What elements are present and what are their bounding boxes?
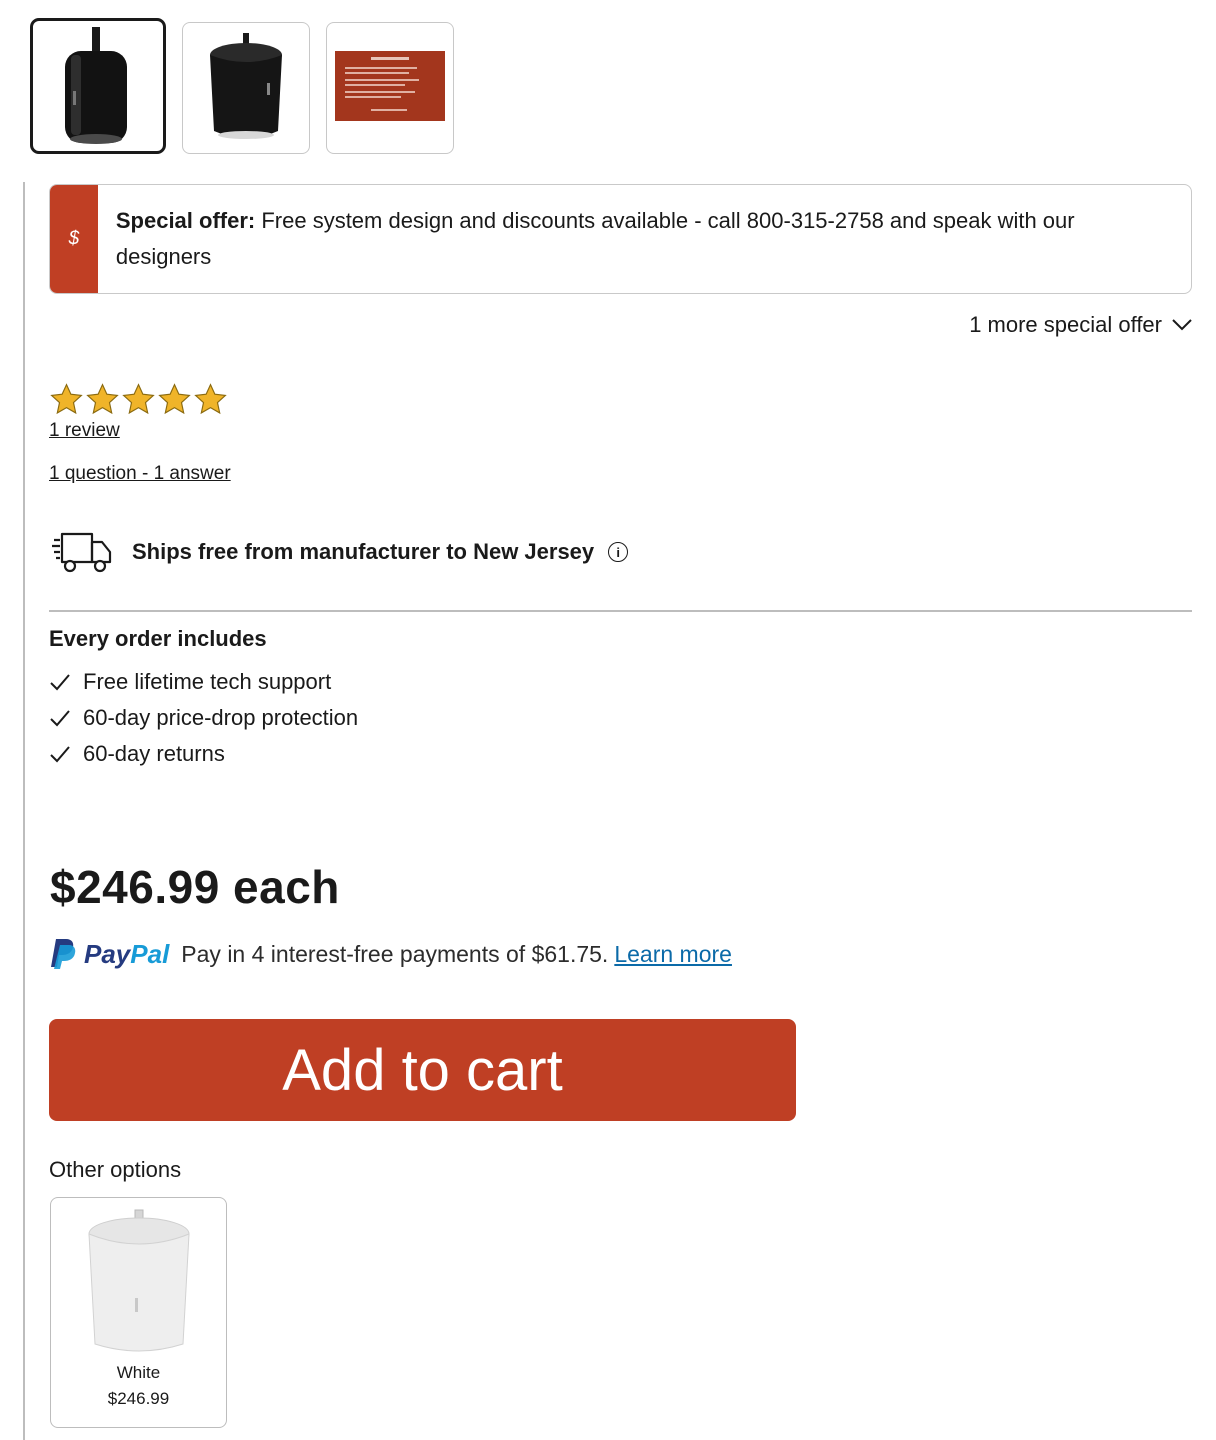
star-icon (122, 383, 155, 415)
option-price: $246.99 (107, 1389, 170, 1408)
option-color-name: White (116, 1363, 161, 1382)
info-card-image (335, 51, 445, 121)
reviews-link[interactable]: 1 review (49, 420, 120, 442)
list-item: Free lifetime tech support (49, 664, 358, 700)
special-offer-banner: $ Special offer: Free system design and … (49, 184, 1192, 294)
paypal-pay-later: PayPal Pay in 4 interest-free payments o… (50, 938, 732, 970)
include-item-label: 60-day returns (83, 741, 225, 766)
more-offer-label: 1 more special offer (969, 312, 1162, 337)
include-item-label: 60-day price-drop protection (83, 705, 359, 730)
star-rating (49, 382, 228, 417)
thumbnail-info-card[interactable] (326, 22, 454, 154)
shipping-text: Ships free from manufacturer to New Jers… (132, 539, 595, 564)
questions-answers-link[interactable]: 1 question - 1 answer (49, 463, 231, 485)
more-special-offer-toggle[interactable]: 1 more special offer (969, 312, 1192, 338)
list-item: 60-day price-drop protection (49, 700, 358, 736)
checkmark-icon (50, 746, 70, 763)
product-image-black (65, 27, 127, 144)
checkmark-icon (50, 710, 70, 727)
star-icon (86, 383, 119, 415)
product-price: $246.99 each (50, 861, 340, 913)
star-icon (50, 383, 83, 415)
offer-lead: Special offer: (115, 208, 256, 233)
paypal-wordmark: PayPal (84, 938, 170, 969)
add-to-cart-button[interactable]: Add to cart (49, 1019, 796, 1121)
offer-body: Free system design and discounts availab… (115, 208, 1075, 269)
star-icon (194, 383, 227, 415)
other-options-heading: Other options (49, 1157, 182, 1182)
chevron-down-icon (1172, 319, 1192, 331)
section-divider (49, 610, 1192, 612)
paypal-installments-text: Pay in 4 interest-free payments of $61.7… (181, 940, 609, 967)
thumbnail-strip (30, 18, 454, 154)
product-image-white (88, 1209, 190, 1352)
offer-text: Special offer: Free system design and di… (98, 185, 1191, 293)
shipping-info: Ships free from manufacturer to New Jers… (52, 530, 629, 574)
product-image-black-angle (210, 33, 282, 139)
checkmark-icon (50, 674, 70, 691)
thumbnail-black-product-front[interactable] (30, 18, 166, 154)
paypal-learn-more-link[interactable]: Learn more (614, 941, 732, 968)
star-icon (158, 383, 191, 415)
offer-dollar-icon: $ (50, 185, 98, 293)
thumbnail-black-product-side[interactable] (182, 22, 310, 154)
list-item: 60-day returns (49, 736, 358, 772)
includes-list: Free lifetime tech support 60-day price-… (49, 664, 358, 772)
left-border-rule (23, 182, 25, 1440)
paypal-logo-icon (51, 939, 76, 969)
option-card-white[interactable]: White $246.99 (50, 1197, 227, 1428)
info-icon[interactable]: i (608, 542, 629, 562)
includes-heading: Every order includes (49, 626, 267, 651)
delivery-truck-icon (52, 532, 112, 573)
include-item-label: Free lifetime tech support (83, 669, 332, 694)
